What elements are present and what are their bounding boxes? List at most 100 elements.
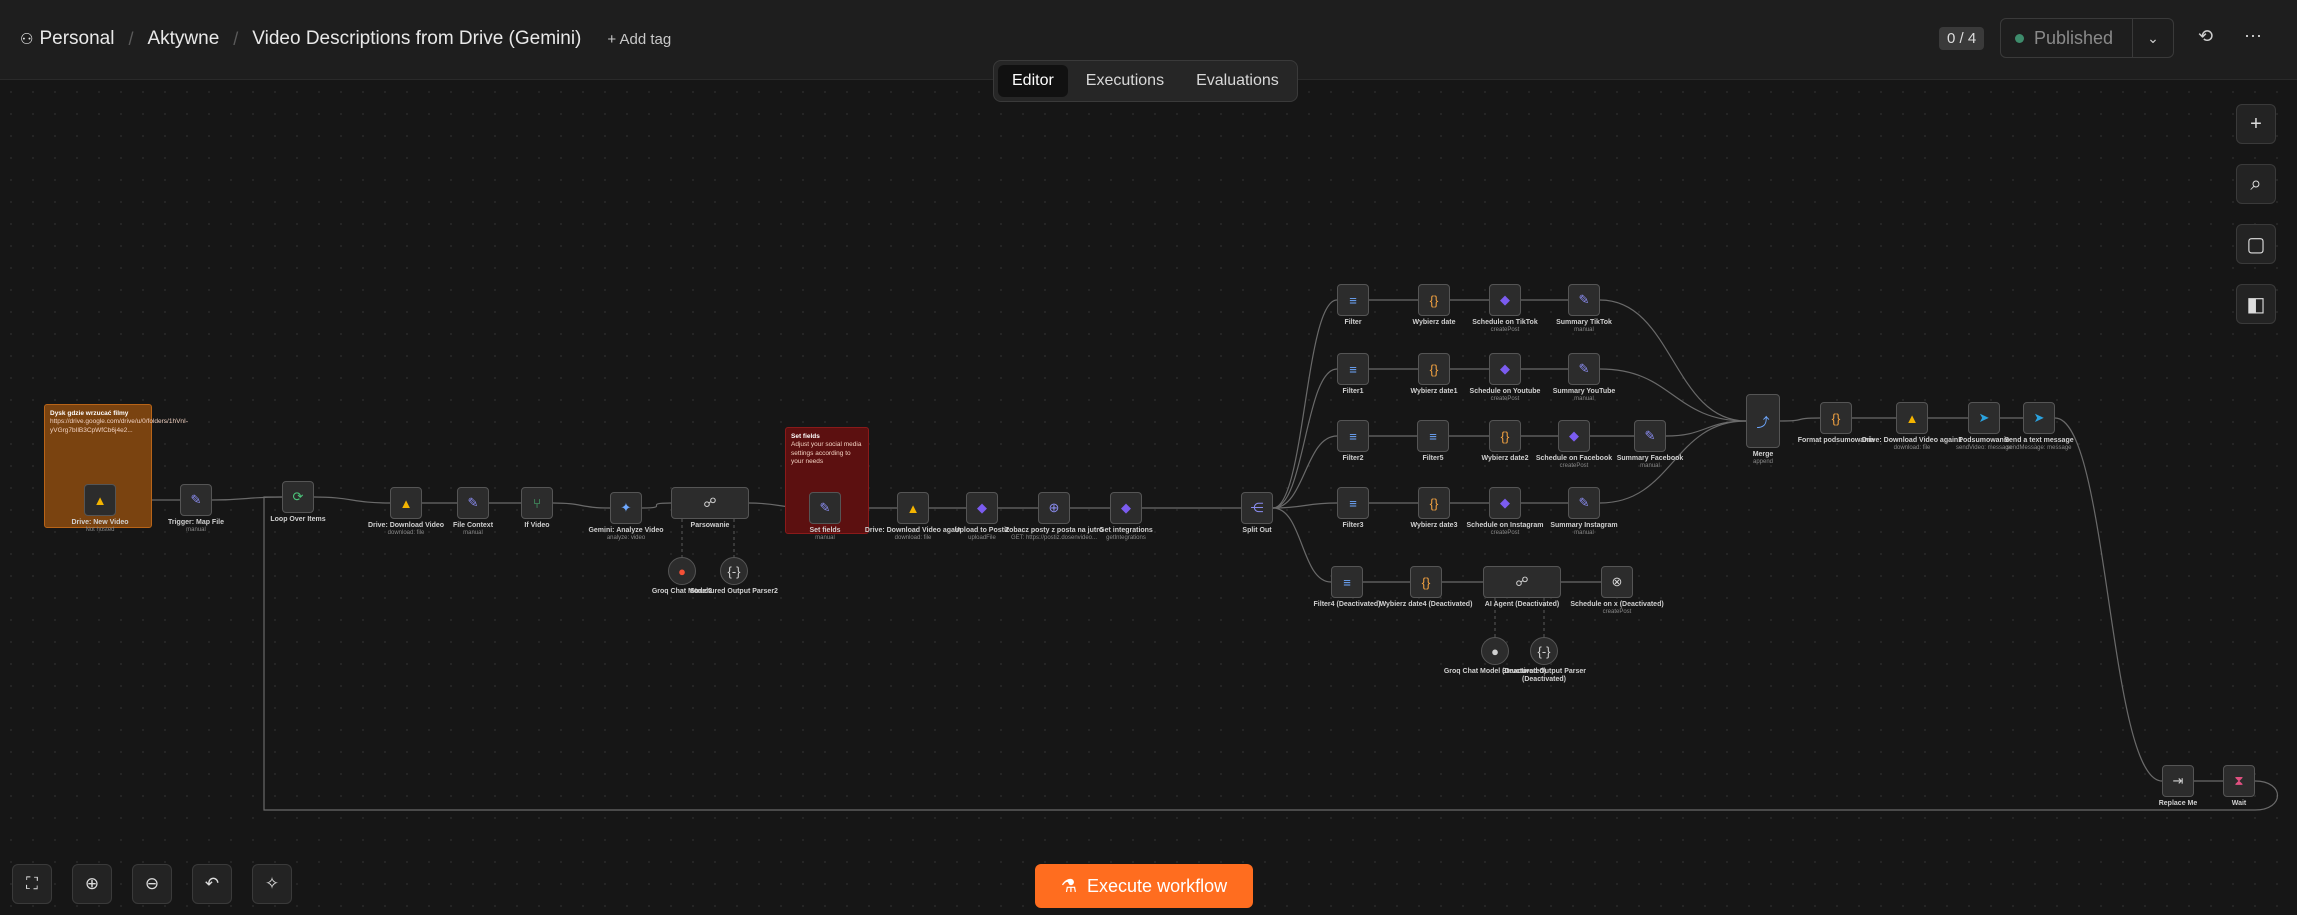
- node-title: Drive: New Video: [71, 519, 129, 526]
- workflow-node[interactable]: ◆: [1489, 353, 1521, 385]
- breadcrumb-folder[interactable]: Aktywne: [147, 28, 219, 50]
- code-icon: {}: [1429, 495, 1439, 511]
- view-tabs: Editor Executions Evaluations: [993, 60, 1298, 102]
- node-label: Wybierz date4 (Deactivated): [1371, 601, 1481, 609]
- workflow-node[interactable]: ≡: [1337, 487, 1369, 519]
- workflow-node[interactable]: ✎: [457, 487, 489, 519]
- workflow-node[interactable]: ✎: [1634, 420, 1666, 452]
- filter-icon: ≡: [1429, 428, 1437, 444]
- workflow-node[interactable]: ◆: [966, 492, 998, 524]
- workflow-node[interactable]: ⇥: [2162, 765, 2194, 797]
- chevron-down-icon[interactable]: ⌄: [2133, 19, 2173, 57]
- workflow-node[interactable]: ▲: [1896, 402, 1928, 434]
- node-title: Summary Facebook: [1616, 455, 1684, 462]
- filter-icon: ≡: [1349, 292, 1357, 308]
- fit-view-icon[interactable]: ⛶: [12, 864, 52, 904]
- workflow-node[interactable]: ≡: [1337, 353, 1369, 385]
- workflow-node[interactable]: {}: [1418, 353, 1450, 385]
- add-node-button[interactable]: +: [2236, 104, 2276, 144]
- ai-agent-icon: ☍: [703, 495, 717, 510]
- hourglass-icon: ⧗: [2234, 773, 2244, 788]
- tidy-up-icon[interactable]: ✧: [252, 864, 292, 904]
- workflow-node[interactable]: {}: [1489, 420, 1521, 452]
- workflow-node[interactable]: ≡: [1337, 284, 1369, 316]
- connection: [1272, 507, 1332, 583]
- add-tag-button[interactable]: + Add tag: [607, 31, 671, 48]
- tab-evaluations[interactable]: Evaluations: [1182, 65, 1293, 97]
- loop-icon: ⟳: [292, 489, 304, 504]
- workflow-node[interactable]: ◆: [1489, 487, 1521, 519]
- breadcrumb: ⚇ Personal / Aktywne / Video Description…: [20, 28, 671, 50]
- workflow-node[interactable]: ☍: [671, 487, 749, 519]
- workflow-node[interactable]: ≡: [1331, 566, 1363, 598]
- google-drive-icon: ▲: [399, 495, 413, 511]
- workflow-node[interactable]: ✦: [610, 492, 642, 524]
- workflow-node[interactable]: ⊕: [1038, 492, 1070, 524]
- zoom-in-icon[interactable]: ⊕: [72, 864, 112, 904]
- tab-executions[interactable]: Executions: [1072, 65, 1178, 97]
- workflow-node[interactable]: ◆: [1110, 492, 1142, 524]
- connection: [313, 496, 391, 504]
- workflow-node[interactable]: ☍: [1483, 566, 1561, 598]
- node-subtitle: sendMessage: message: [2006, 445, 2072, 452]
- evaluation-counter: 0 / 4: [1939, 27, 1985, 50]
- workflow-node[interactable]: ≡: [1417, 420, 1449, 452]
- execute-workflow-button[interactable]: ⚗ Execute workflow: [1035, 864, 1253, 908]
- ai-agent-icon: ☍: [1515, 574, 1529, 589]
- node-title: Filter: [1344, 319, 1362, 326]
- connection: [1779, 417, 1821, 422]
- loop-back-connection: [263, 496, 2279, 811]
- connection: [641, 502, 672, 509]
- breadcrumb-personal[interactable]: Personal: [39, 28, 114, 50]
- status-dot: [2015, 33, 2024, 43]
- workflow-node[interactable]: ➤: [2023, 402, 2055, 434]
- workflow-node[interactable]: ⋲: [1241, 492, 1273, 524]
- workflow-node[interactable]: ⧗: [2223, 765, 2255, 797]
- workflow-node[interactable]: {}: [1418, 284, 1450, 316]
- panel-toggle-icon[interactable]: ◧: [2236, 284, 2276, 324]
- workflow-node[interactable]: ●: [1481, 637, 1509, 665]
- workflow-node[interactable]: {}: [1418, 487, 1450, 519]
- workflow-node[interactable]: ●: [668, 557, 696, 585]
- workflow-node[interactable]: ▲: [84, 484, 116, 516]
- workflow-node[interactable]: ✎: [180, 484, 212, 516]
- workflow-node[interactable]: {}: [1410, 566, 1442, 598]
- workflow-node[interactable]: ◆: [1558, 420, 1590, 452]
- workflow-title[interactable]: Video Descriptions from Drive (Gemini): [252, 28, 581, 50]
- workflow-node[interactable]: ✎: [1568, 284, 1600, 316]
- connections-layer: [116, 299, 2279, 811]
- workflow-node[interactable]: ✎: [809, 492, 841, 524]
- node-subtitle: getIntegrations: [1106, 535, 1146, 542]
- workflow-node[interactable]: ≡: [1337, 420, 1369, 452]
- workflow-node[interactable]: ✎: [1568, 487, 1600, 519]
- node-title: Filter3: [1342, 522, 1364, 529]
- workflow-node[interactable]: ⤴: [1746, 394, 1780, 448]
- workflow-node[interactable]: {-}: [1530, 637, 1558, 665]
- sticky-note-icon[interactable]: ▢: [2236, 224, 2276, 264]
- workflow-node[interactable]: ⟳: [282, 481, 314, 513]
- filter-icon: ≡: [1349, 361, 1357, 377]
- pencil-icon: ✎: [819, 500, 831, 515]
- more-options-icon[interactable]: ⋯: [2244, 26, 2262, 47]
- workflow-node[interactable]: ✎: [1568, 353, 1600, 385]
- search-icon[interactable]: ⌕: [2236, 164, 2276, 204]
- workflow-node[interactable]: {}: [1820, 402, 1852, 434]
- workflow-node[interactable]: ▲: [390, 487, 422, 519]
- tab-editor[interactable]: Editor: [998, 65, 1068, 97]
- workflow-canvas[interactable]: Dysk gdzie wrzucać filmy https://drive.g…: [0, 81, 2297, 915]
- node-title: Filter1: [1342, 388, 1364, 395]
- node-title: Filter5: [1422, 455, 1444, 462]
- published-button[interactable]: Published: [2001, 19, 2133, 57]
- workflow-node[interactable]: ⑂: [521, 487, 553, 519]
- history-icon[interactable]: ⟲: [2198, 26, 2213, 47]
- node-title: Structured Output Parser (Deactivated): [1501, 668, 1586, 684]
- node-label: Summary Facebook manual: [1595, 455, 1705, 471]
- workflow-node[interactable]: ▲: [897, 492, 929, 524]
- workflow-node[interactable]: {-}: [720, 557, 748, 585]
- workflow-node[interactable]: ⊗: [1601, 566, 1633, 598]
- node-title: Get integrations: [1099, 527, 1153, 534]
- undo-icon[interactable]: ↶: [192, 864, 232, 904]
- zoom-out-icon[interactable]: ⊖: [132, 864, 172, 904]
- workflow-node[interactable]: ◆: [1489, 284, 1521, 316]
- workflow-node[interactable]: ➤: [1968, 402, 2000, 434]
